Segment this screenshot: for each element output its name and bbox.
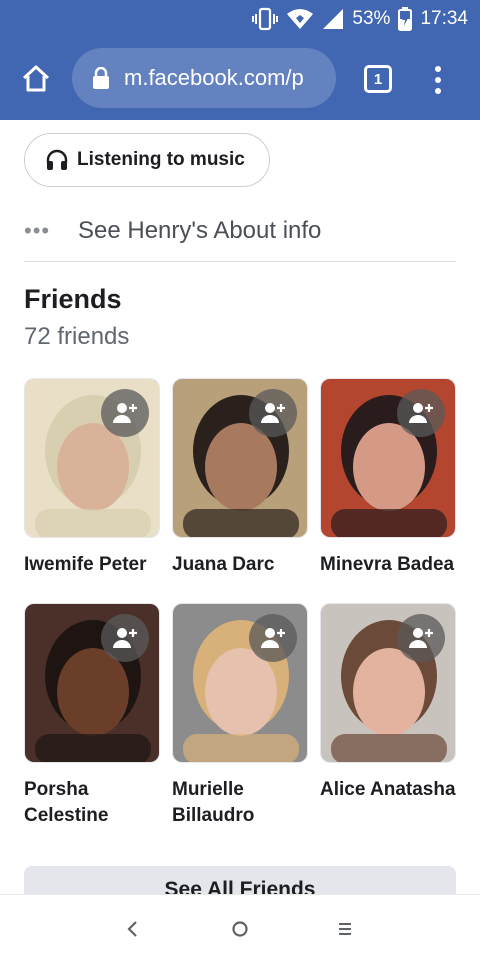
- friend-card[interactable]: Porsha Celestine: [24, 603, 160, 829]
- recents-button[interactable]: [330, 915, 360, 943]
- about-info-link[interactable]: ••• See Henry's About info: [24, 206, 456, 256]
- activity-label: Listening to music: [77, 149, 245, 170]
- add-friend-button[interactable]: [249, 614, 297, 662]
- signal-icon: [322, 8, 344, 30]
- browser-chrome: 53% 17:34 m.facebook.com/p 1: [0, 0, 480, 120]
- add-friend-icon: [113, 403, 137, 423]
- friend-photo[interactable]: [24, 378, 160, 538]
- add-friend-icon: [409, 628, 433, 648]
- overflow-menu-button[interactable]: [428, 64, 448, 96]
- activity-pill[interactable]: Listening to music: [24, 133, 270, 187]
- about-info-label: See Henry's About info: [78, 217, 322, 244]
- friend-name[interactable]: Juana Darc: [172, 552, 308, 578]
- address-bar[interactable]: m.facebook.com/p: [72, 48, 336, 108]
- friend-card[interactable]: Juana Darc: [172, 378, 308, 578]
- screen: 53% 17:34 m.facebook.com/p 1 Listening t…: [0, 0, 480, 960]
- menu-dot: [435, 66, 441, 72]
- browser-toolbar: m.facebook.com/p 1: [0, 40, 480, 116]
- page-content: Listening to music ••• See Henry's About…: [0, 120, 480, 894]
- friend-photo[interactable]: [24, 603, 160, 763]
- home-button[interactable]: [18, 61, 54, 95]
- add-friend-icon: [409, 403, 433, 423]
- add-friend-button[interactable]: [101, 389, 149, 437]
- url-text: m.facebook.com/p: [124, 65, 304, 90]
- friend-name[interactable]: Minevra Badea: [320, 552, 456, 578]
- more-dots-icon: •••: [24, 218, 51, 243]
- home-nav-button[interactable]: [225, 915, 255, 943]
- recents-icon: [339, 923, 351, 935]
- friend-name[interactable]: Porsha Celestine: [24, 777, 160, 829]
- divider: [24, 261, 456, 262]
- menu-dot: [435, 77, 441, 83]
- add-friend-button[interactable]: [397, 389, 445, 437]
- back-icon: [127, 921, 137, 937]
- tabs-button[interactable]: 1: [364, 65, 392, 93]
- clock: 17:34: [420, 8, 468, 29]
- friend-card[interactable]: Alice Anatasha: [320, 603, 456, 803]
- status-indicators: 53% 17:34: [252, 7, 468, 31]
- add-friend-icon: [261, 628, 285, 648]
- battery-icon: [398, 7, 413, 31]
- friend-card[interactable]: Iwemife Peter: [24, 378, 160, 578]
- friend-card[interactable]: Murielle Billaudro: [172, 603, 308, 829]
- home-icon: [22, 65, 50, 92]
- vibrate-icon: [252, 7, 279, 31]
- friend-photo[interactable]: [320, 603, 456, 763]
- circle-home-icon: [232, 921, 248, 937]
- friend-photo[interactable]: [320, 378, 456, 538]
- friend-name[interactable]: Murielle Billaudro: [172, 777, 308, 829]
- friend-name[interactable]: Alice Anatasha: [320, 777, 456, 803]
- friend-photo[interactable]: [172, 378, 308, 538]
- battery-percent: 53%: [352, 8, 391, 29]
- status-bar: 53% 17:34: [0, 0, 480, 38]
- add-friend-button[interactable]: [101, 614, 149, 662]
- friend-name[interactable]: Iwemife Peter: [24, 552, 160, 578]
- friend-photo[interactable]: [172, 603, 308, 763]
- add-friend-icon: [261, 403, 285, 423]
- menu-dot: [435, 88, 441, 94]
- headphones-icon: [46, 149, 68, 170]
- friends-count: 72 friends: [24, 323, 130, 350]
- friend-card[interactable]: Minevra Badea: [320, 378, 456, 578]
- see-all-friends-button[interactable]: See All Friends: [24, 866, 456, 894]
- add-friend-button[interactable]: [249, 389, 297, 437]
- friends-heading: Friends: [24, 284, 122, 314]
- system-nav-bar: [0, 894, 480, 960]
- back-button[interactable]: [118, 915, 148, 943]
- add-friend-icon: [113, 628, 137, 648]
- lock-icon: [93, 67, 109, 89]
- add-friend-button[interactable]: [397, 614, 445, 662]
- wifi-icon: [286, 8, 314, 30]
